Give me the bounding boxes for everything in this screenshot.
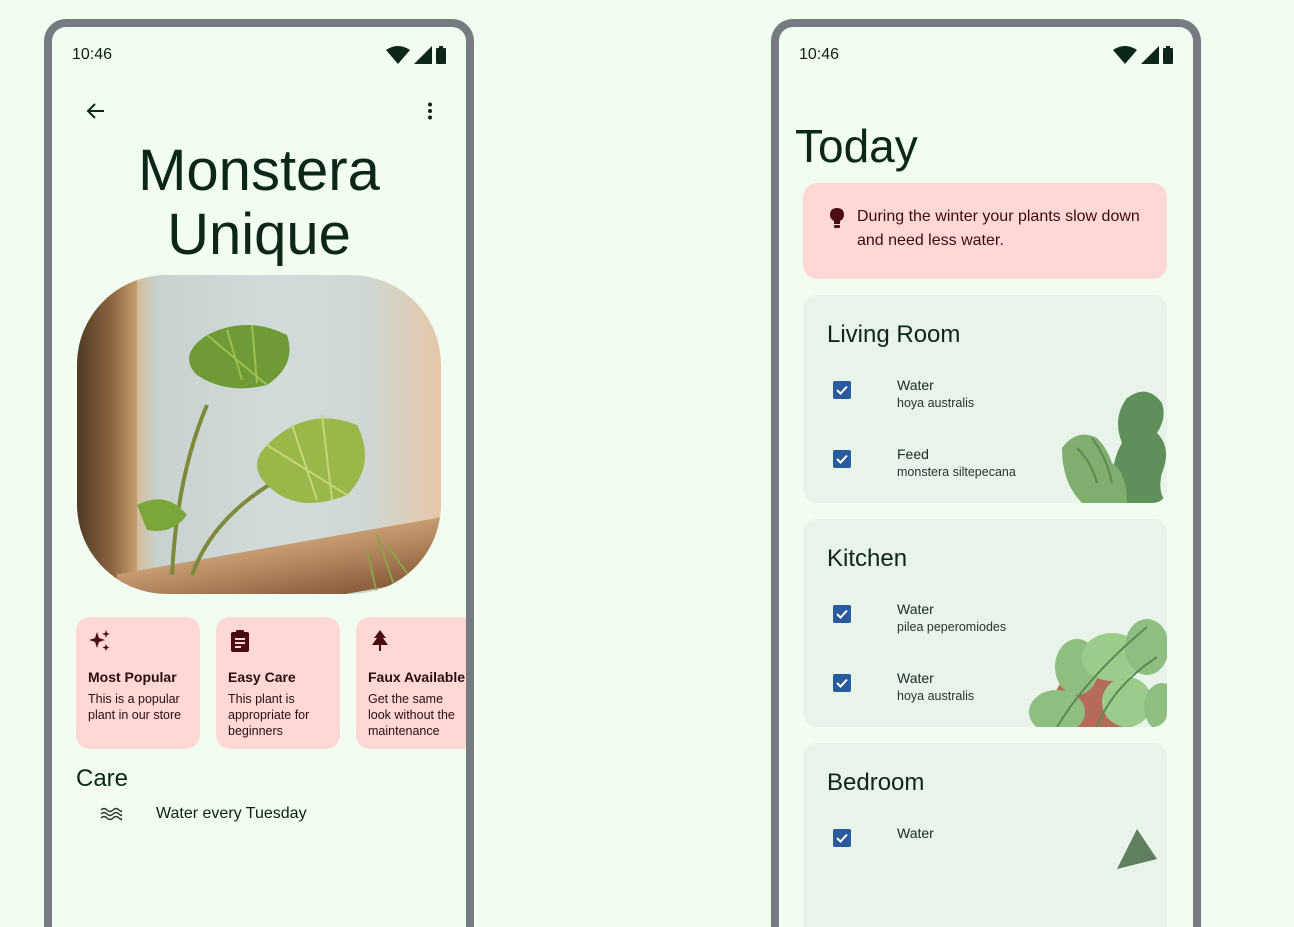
plant-illustration	[1062, 391, 1167, 503]
tip-banner: During the winter your plants slow down …	[803, 183, 1167, 279]
task-checkbox[interactable]	[833, 450, 851, 468]
task-checkbox[interactable]	[833, 605, 851, 623]
cellular-signal-icon	[414, 46, 432, 64]
check-icon	[836, 454, 848, 464]
page-title: Today	[795, 120, 918, 172]
battery-icon	[436, 46, 446, 64]
chip-title: Faux Available	[368, 669, 466, 685]
chip-most-popular[interactable]: Most Popular This is a popular plant in …	[76, 617, 200, 749]
check-icon	[836, 833, 848, 843]
sparkle-icon	[89, 630, 110, 651]
task-row[interactable]: Water	[833, 825, 934, 847]
plant-illustration	[1029, 619, 1167, 727]
task-row[interactable]: Water hoya australis	[833, 670, 974, 703]
plant-illustration	[1117, 829, 1157, 869]
task-action: Water	[897, 670, 934, 686]
plant-photo	[77, 275, 441, 594]
battery-icon	[1163, 46, 1173, 64]
tree-icon	[372, 630, 388, 651]
care-item-label: Water every Tuesday	[156, 805, 307, 822]
task-action: Feed	[897, 446, 929, 462]
plant-detail-phone: 10:46 Monstera Unique Most Popular This …	[44, 19, 474, 927]
wifi-icon	[386, 46, 410, 64]
task-action: Water	[897, 825, 934, 841]
chip-easy-care[interactable]: Easy Care This plant is appropriate for …	[216, 617, 340, 749]
task-plant: hoya australis	[897, 689, 975, 703]
wifi-icon	[1113, 46, 1137, 64]
chip-title: Easy Care	[228, 669, 296, 685]
lightbulb-icon	[830, 208, 844, 228]
room-title: Living Room	[827, 321, 961, 348]
room-card-living-room: Living Room Water hoya australis Feed mo…	[803, 295, 1167, 503]
room-title: Kitchen	[827, 545, 908, 572]
care-item: Water every Tuesday	[100, 805, 307, 823]
arrow-back-icon	[86, 103, 104, 119]
task-plant: pilea peperomiodes	[897, 620, 1007, 634]
care-heading: Care	[76, 765, 129, 792]
today-phone: 10:46 Today During the winter your plant…	[771, 19, 1201, 927]
task-row[interactable]: Water pilea peperomiodes	[833, 601, 1006, 634]
task-action: Water	[897, 601, 934, 617]
plant-title-line2: Unique	[167, 202, 351, 267]
check-icon	[836, 678, 848, 688]
task-plant: hoya australis	[897, 396, 975, 410]
clipboard-icon	[231, 630, 249, 652]
task-checkbox[interactable]	[833, 674, 851, 692]
room-title: Bedroom	[827, 769, 925, 796]
water-waves-icon	[100, 807, 122, 821]
plant-title-line1: Monstera	[138, 138, 380, 203]
cellular-signal-icon	[1141, 46, 1159, 64]
task-row[interactable]: Feed monstera siltepecana	[833, 446, 1016, 479]
task-plant: monstera siltepecana	[897, 465, 1016, 479]
room-card-bedroom: Bedroom Water	[803, 743, 1167, 927]
task-action: Water	[897, 377, 934, 393]
chip-description: This plant is appropriate for beginners	[228, 692, 310, 738]
more-vert-icon	[428, 102, 432, 120]
check-icon	[836, 609, 848, 619]
tip-text: During the winter your plants slow down …	[857, 208, 1140, 249]
status-time: 10:46	[799, 46, 840, 63]
status-bar: 10:46	[779, 27, 1193, 79]
chip-title: Most Popular	[88, 669, 177, 685]
task-row[interactable]: Water hoya australis	[833, 377, 974, 410]
chip-faux-available[interactable]: Faux Available Get the same look without…	[356, 617, 466, 749]
back-button[interactable]	[76, 91, 116, 131]
task-checkbox[interactable]	[833, 381, 851, 399]
task-checkbox[interactable]	[833, 829, 851, 847]
room-card-kitchen: Kitchen Water pilea peperomiodes Water h…	[803, 519, 1167, 727]
status-time: 10:46	[72, 46, 113, 63]
check-icon	[836, 385, 848, 395]
chip-description: Get the same look without the maintenanc…	[368, 692, 455, 738]
feature-chips: Most Popular This is a popular plant in …	[76, 617, 466, 749]
more-options-button[interactable]	[410, 91, 450, 131]
plant-title: Monstera Unique	[52, 139, 466, 267]
status-bar: 10:46	[52, 27, 466, 79]
chip-description: This is a popular plant in our store	[88, 692, 182, 722]
